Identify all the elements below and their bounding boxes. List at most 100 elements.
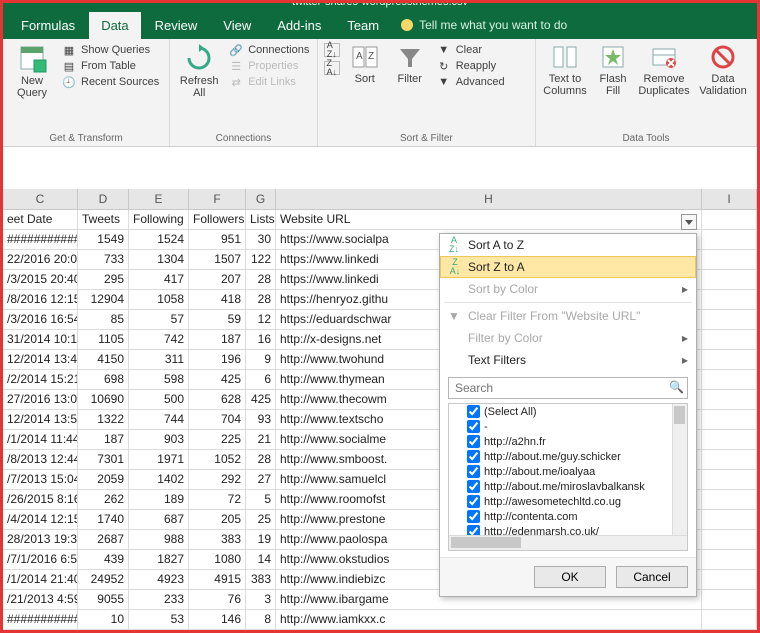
cell-following[interactable]: 988 — [129, 530, 189, 549]
cell-tweets[interactable]: 1322 — [78, 410, 129, 429]
header-website-url[interactable]: Website URL — [276, 210, 702, 229]
cell-following[interactable]: 742 — [129, 330, 189, 349]
col-header-f[interactable]: F — [189, 189, 246, 209]
header-tweet-date[interactable]: eet Date — [3, 210, 78, 229]
cell-following[interactable]: 1971 — [129, 450, 189, 469]
filter-checkbox[interactable] — [467, 480, 480, 493]
cell-lists[interactable]: 12 — [246, 310, 276, 329]
header-lists[interactable]: Lists — [246, 210, 276, 229]
header-following[interactable]: Following — [129, 210, 189, 229]
cell-empty[interactable] — [702, 230, 757, 249]
cell-followers[interactable]: 59 — [189, 310, 246, 329]
cell-followers[interactable]: 628 — [189, 390, 246, 409]
filter-checkbox[interactable] — [467, 465, 480, 478]
tab-view[interactable]: View — [211, 12, 263, 39]
text-filters-item[interactable]: Text Filters▸ — [440, 349, 696, 371]
cell-date[interactable]: 22/2016 20:01 — [3, 250, 78, 269]
cell-empty[interactable] — [702, 590, 757, 609]
cell-lists[interactable]: 9 — [246, 350, 276, 369]
cell-following[interactable]: 1827 — [129, 550, 189, 569]
filter-check-item[interactable]: http://about.me/ioalyaa — [449, 464, 687, 479]
cell-date[interactable]: 12/2014 13:53 — [3, 410, 78, 429]
cell-tweets[interactable]: 10690 — [78, 390, 129, 409]
cell-empty[interactable] — [702, 430, 757, 449]
sort-za-button[interactable]: ZA↓ — [324, 61, 340, 75]
filter-check-item[interactable]: (Select All) — [449, 404, 687, 419]
cell-lists[interactable]: 93 — [246, 410, 276, 429]
cell-following[interactable]: 311 — [129, 350, 189, 369]
cell-followers[interactable]: 1080 — [189, 550, 246, 569]
cell-followers[interactable]: 292 — [189, 470, 246, 489]
cell-tweets[interactable]: 24952 — [78, 570, 129, 589]
cell-date[interactable]: 31/2014 10:19 — [3, 330, 78, 349]
cell-empty[interactable] — [702, 570, 757, 589]
cell-following[interactable]: 233 — [129, 590, 189, 609]
properties-button[interactable]: ☰Properties — [228, 59, 309, 73]
edit-links-button[interactable]: ⇄Edit Links — [228, 75, 309, 89]
remove-duplicates-button[interactable]: Remove Duplicates — [638, 43, 690, 97]
from-table-button[interactable]: ▤From Table — [61, 59, 159, 73]
cell-empty[interactable] — [702, 390, 757, 409]
sort-az-button[interactable]: AZ↓ — [324, 43, 340, 57]
cell-tweets[interactable]: 262 — [78, 490, 129, 509]
cell-date[interactable]: /8/2013 12:44 — [3, 450, 78, 469]
cell-following[interactable]: 189 — [129, 490, 189, 509]
cell-date[interactable]: /7/2013 15:04 — [3, 470, 78, 489]
cell-tweets[interactable]: 295 — [78, 270, 129, 289]
cell-following[interactable]: 417 — [129, 270, 189, 289]
cell-date[interactable]: /26/2015 8:16 — [3, 490, 78, 509]
table-row[interactable]: ############10531468http://www.iamkxx.c — [3, 610, 757, 630]
data-validation-button[interactable]: Data Validation — [696, 43, 750, 97]
clear-filter-button[interactable]: ▼Clear — [436, 43, 505, 57]
cell-followers[interactable]: 1052 — [189, 450, 246, 469]
cell-empty[interactable] — [702, 250, 757, 269]
cell-lists[interactable]: 28 — [246, 290, 276, 309]
cell-date[interactable]: ############ — [3, 230, 78, 249]
cell-following[interactable]: 903 — [129, 430, 189, 449]
cell-empty[interactable] — [702, 530, 757, 549]
header-empty[interactable] — [702, 210, 757, 229]
cell-tweets[interactable]: 1105 — [78, 330, 129, 349]
filter-checkbox[interactable] — [467, 435, 480, 448]
cell-lists[interactable]: 16 — [246, 330, 276, 349]
filter-checkbox[interactable] — [467, 420, 480, 433]
filter-dropdown-button[interactable] — [681, 214, 697, 230]
cell-lists[interactable]: 122 — [246, 250, 276, 269]
sort-a-to-z-item[interactable]: AZ↓ Sort A to Z — [440, 234, 696, 256]
cell-lists[interactable]: 5 — [246, 490, 276, 509]
tell-me[interactable]: Tell me what you want to do — [401, 18, 567, 32]
cell-following[interactable]: 1058 — [129, 290, 189, 309]
cell-date[interactable]: 27/2016 13:02 — [3, 390, 78, 409]
cell-followers[interactable]: 951 — [189, 230, 246, 249]
show-queries-button[interactable]: ▦Show Queries — [61, 43, 159, 57]
cell-followers[interactable]: 704 — [189, 410, 246, 429]
cell-empty[interactable] — [702, 370, 757, 389]
cell-tweets[interactable]: 439 — [78, 550, 129, 569]
cell-tweets[interactable]: 10 — [78, 610, 129, 629]
col-header-i[interactable]: I — [702, 189, 757, 209]
cell-empty[interactable] — [702, 510, 757, 529]
cell-date[interactable]: /2/2014 15:21 — [3, 370, 78, 389]
cell-followers[interactable]: 196 — [189, 350, 246, 369]
cell-lists[interactable]: 6 — [246, 370, 276, 389]
cell-following[interactable]: 57 — [129, 310, 189, 329]
checklist-scrollbar-v[interactable] — [672, 404, 687, 535]
cell-empty[interactable] — [702, 310, 757, 329]
cell-tweets[interactable]: 1740 — [78, 510, 129, 529]
cell-followers[interactable]: 207 — [189, 270, 246, 289]
filter-cancel-button[interactable]: Cancel — [616, 566, 688, 588]
cell-followers[interactable]: 383 — [189, 530, 246, 549]
cell-lists[interactable]: 383 — [246, 570, 276, 589]
cell-tweets[interactable]: 12904 — [78, 290, 129, 309]
cell-tweets[interactable]: 7301 — [78, 450, 129, 469]
filter-checkbox[interactable] — [467, 450, 480, 463]
filter-check-item[interactable]: http://a2hn.fr — [449, 434, 687, 449]
cell-following[interactable]: 687 — [129, 510, 189, 529]
cell-following[interactable]: 1524 — [129, 230, 189, 249]
filter-checklist[interactable]: (Select All)-http://a2hn.frhttp://about.… — [448, 403, 688, 551]
checklist-scrollbar-h[interactable] — [449, 535, 687, 550]
cell-date[interactable]: 12/2014 13:49 — [3, 350, 78, 369]
cell-followers[interactable]: 418 — [189, 290, 246, 309]
tab-formulas[interactable]: Formulas — [9, 12, 87, 39]
cell-date[interactable]: 28/2013 19:38 — [3, 530, 78, 549]
